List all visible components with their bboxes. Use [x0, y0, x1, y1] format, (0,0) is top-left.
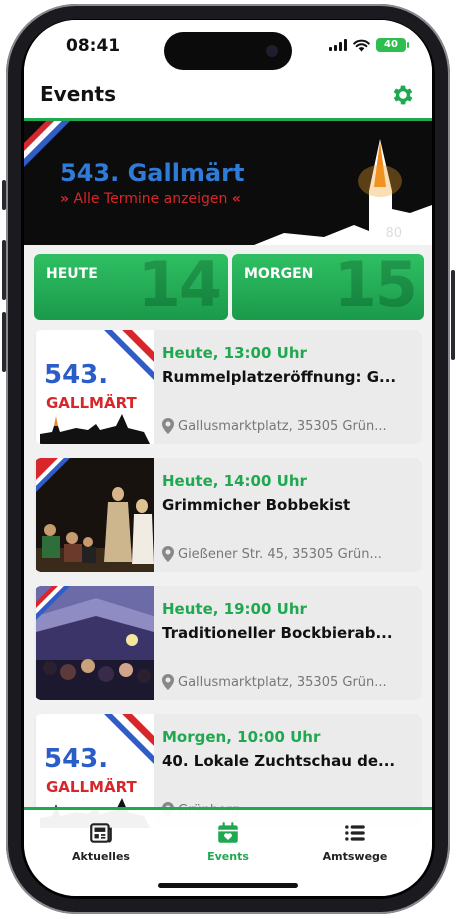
nav-aktuelles-label: Aktuelles [72, 850, 130, 863]
event-location-text: Gallusmarktplatz, 35305 Grün... [178, 418, 387, 434]
battery-icon: 40 [376, 38, 409, 52]
event-thumbnail: 543. GALLMÄRT [36, 330, 154, 444]
location-pin-icon [162, 418, 174, 434]
event-time: Heute, 13:00 Uhr [162, 344, 307, 362]
nav-aktuelles[interactable]: Aktuelles [46, 820, 156, 863]
event-location: Gießener Str. 45, 35305 Grün... [162, 546, 408, 562]
screen: 08:41 40 Events 543. Gallmärt » Alle Ter… [24, 20, 432, 896]
tomorrow-day-number: 15 [333, 254, 418, 320]
event-location-text: Gallusmarktplatz, 35305 Grün... [178, 674, 387, 690]
event-time: Morgen, 10:00 Uhr [162, 728, 321, 746]
wifi-icon [353, 39, 370, 51]
event-title: Traditioneller Bockbierab... [162, 624, 393, 642]
event-location-text: Gießener Str. 45, 35305 Grün... [178, 546, 382, 562]
flag-stripes [36, 458, 70, 492]
dynamic-island [164, 32, 292, 70]
status-bar: 08:41 40 [24, 20, 432, 80]
calendar-heart-icon [218, 822, 238, 843]
nav-events[interactable]: Events [173, 820, 283, 863]
status-icons: 40 [329, 38, 409, 52]
all-events-link[interactable]: » Alle Termine anzeigen « [60, 191, 241, 207]
list-icon [345, 825, 365, 841]
banner-title: 543. Gallmärt [60, 159, 245, 187]
bottom-nav: Aktuelles Events Amtswege [24, 807, 432, 896]
flag-stripes [36, 586, 70, 620]
page-title: Events [40, 82, 116, 106]
volume-up-button [2, 240, 6, 300]
location-pin-icon [162, 546, 174, 562]
status-time: 08:41 [66, 36, 121, 56]
chevrons-left-icon: « [231, 191, 241, 207]
signal-icon [329, 39, 347, 51]
location-pin-icon [162, 674, 174, 690]
gallmaert-banner[interactable]: 543. Gallmärt » Alle Termine anzeigen « … [24, 121, 432, 245]
today-label: HEUTE [46, 266, 98, 282]
event-title: Rummelplatzeröffnung: G... [162, 368, 397, 386]
skyline-graphic [40, 330, 154, 444]
gear-icon[interactable] [390, 82, 416, 108]
event-time: Heute, 14:00 Uhr [162, 472, 307, 490]
tomorrow-card[interactable]: 15 MORGEN [232, 254, 424, 320]
today-day-number: 14 [137, 254, 222, 320]
nav-events-label: Events [207, 850, 249, 863]
mute-switch [2, 180, 6, 210]
home-indicator[interactable] [158, 883, 298, 888]
tomorrow-label: MORGEN [244, 266, 314, 282]
event-card[interactable]: Heute, 19:00 Uhr Traditioneller Bockbier… [34, 586, 422, 700]
newspaper-icon [90, 823, 112, 843]
nav-amtswege-label: Amtswege [322, 850, 388, 863]
banner-corner-number: 80 [385, 226, 402, 241]
volume-down-button [2, 312, 6, 372]
today-card[interactable]: 14 HEUTE [34, 254, 228, 320]
event-thumbnail [36, 458, 154, 572]
event-time: Heute, 19:00 Uhr [162, 600, 307, 618]
event-location: Gallusmarktplatz, 35305 Grün... [162, 674, 408, 690]
camera [266, 45, 278, 57]
all-events-label: Alle Termine anzeigen [73, 191, 228, 207]
event-title: Grimmicher Bobbekist [162, 496, 351, 514]
app-bar: Events [24, 80, 432, 121]
event-card[interactable]: Heute, 14:00 Uhr Grimmicher Bobbekist Gi… [34, 458, 422, 572]
event-thumbnail [36, 586, 154, 700]
event-card[interactable]: 543. GALLMÄRT Heute, 13:00 Uhr Rummelpla… [34, 330, 422, 444]
chevrons-right-icon: » [60, 191, 70, 207]
event-location: Gallusmarktplatz, 35305 Grün... [162, 418, 408, 434]
power-button [451, 270, 455, 360]
nav-amtswege[interactable]: Amtswege [300, 820, 410, 863]
event-title: 40. Lokale Zuchtschau de... [162, 752, 396, 770]
